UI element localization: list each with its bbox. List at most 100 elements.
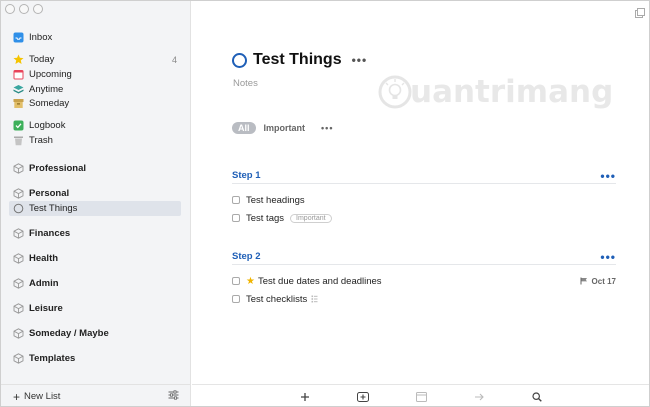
sidebar-area-finances[interactable]: Finances [9, 226, 181, 241]
sidebar-item-label: Professional [29, 163, 87, 174]
logbook-icon [13, 120, 24, 131]
sidebar-item-logbook[interactable]: Logbook [9, 118, 181, 133]
heading-step-1[interactable]: Step 1 ••• [232, 168, 616, 184]
notes-field[interactable]: Notes [233, 78, 258, 89]
watermark-logo: uantrimang [377, 74, 613, 110]
new-list-button[interactable]: New List [24, 391, 60, 402]
cube-icon [13, 163, 24, 174]
sidebar-item-label: Leisure [29, 303, 63, 314]
tag-filter-bar: All Important ••• [232, 122, 333, 134]
page-title[interactable]: Test Things [253, 51, 342, 69]
watermark-text: uantrimang [410, 74, 614, 110]
cube-icon [13, 278, 24, 289]
cube-icon [13, 303, 24, 314]
lightbulb-logo-icon [378, 75, 412, 109]
heading-step-2[interactable]: Step 2 ••• [232, 249, 616, 265]
app-window: Inbox Today 4 Upcoming Anytime Someday L… [0, 0, 650, 407]
sidebar-item-label: Test Things [29, 203, 78, 214]
cube-icon [13, 188, 24, 199]
sidebar-item-upcoming[interactable]: Upcoming [9, 67, 181, 82]
sidebar: Inbox Today 4 Upcoming Anytime Someday L… [1, 1, 191, 406]
todo-checkbox[interactable] [232, 295, 240, 303]
sidebar-area-someday-maybe[interactable]: Someday / Maybe [9, 326, 181, 341]
deadline-date: Oct 17 [591, 276, 616, 286]
sidebar-area-professional[interactable]: Professional [9, 161, 181, 176]
heading-more-icon[interactable]: ••• [600, 250, 616, 264]
sidebar-item-label: Someday / Maybe [29, 328, 109, 339]
sidebar-area-admin[interactable]: Admin [9, 276, 181, 291]
sidebar-item-anytime[interactable]: Anytime [9, 82, 181, 97]
new-heading-button[interactable] [357, 391, 369, 403]
project-circle-icon [13, 203, 24, 214]
settings-sliders-icon[interactable] [168, 390, 179, 403]
heading-more-icon[interactable]: ••• [600, 169, 616, 183]
search-icon [532, 392, 542, 402]
sidebar-area-templates[interactable]: Templates [9, 351, 181, 366]
cube-icon [13, 328, 24, 339]
sidebar-item-trash[interactable]: Trash [9, 133, 181, 148]
project-more-icon[interactable]: ••• [352, 53, 368, 67]
archive-box-icon [13, 98, 24, 109]
window-popout-icon[interactable] [635, 5, 645, 18]
todo-checkbox[interactable] [232, 214, 240, 222]
sidebar-item-label: Personal [29, 188, 70, 199]
todo-item[interactable]: Test headings [232, 193, 616, 207]
plus-icon[interactable]: + [13, 390, 20, 404]
layers-icon [13, 84, 24, 95]
sidebar-area-leisure[interactable]: Leisure [9, 301, 181, 316]
sidebar-item-label: Logbook [29, 120, 66, 131]
star-icon [13, 54, 24, 65]
sidebar-item-label: Upcoming [29, 69, 72, 80]
sidebar-item-inbox[interactable]: Inbox [9, 30, 181, 45]
todo-checkbox[interactable] [232, 196, 240, 204]
sidebar-area-health[interactable]: Health [9, 251, 181, 266]
when-calendar-button[interactable] [415, 391, 427, 403]
todo-title: Test headings [246, 194, 305, 206]
checklist-icon [311, 295, 318, 303]
todo-item[interactable]: Test tags Important [232, 211, 616, 225]
new-todo-button[interactable] [299, 391, 311, 403]
sidebar-item-someday[interactable]: Someday [9, 96, 181, 111]
close-window-button[interactable] [5, 4, 15, 14]
zoom-window-button[interactable] [33, 4, 43, 14]
sidebar-item-label: Today [29, 54, 55, 65]
todo-item[interactable]: Test checklists [232, 292, 616, 306]
search-button[interactable] [531, 391, 543, 403]
sidebar-item-label: Finances [29, 228, 71, 239]
sidebar-item-label: Inbox [29, 32, 53, 43]
sidebar-project-test-things[interactable]: Test Things [9, 201, 181, 216]
calendar-icon [415, 392, 427, 402]
today-count-badge: 4 [171, 54, 177, 65]
heading-label: Step 1 [232, 170, 261, 181]
sidebar-item-label: Health [29, 253, 59, 264]
move-button[interactable] [473, 391, 485, 403]
cube-icon [13, 353, 24, 364]
flag-icon [580, 277, 587, 285]
minimize-window-button[interactable] [19, 4, 29, 14]
inbox-icon [13, 32, 24, 43]
project-progress-circle-icon[interactable] [232, 52, 247, 68]
bottom-toolbar [192, 384, 649, 406]
sidebar-item-label: Templates [29, 353, 76, 364]
tag-more-icon[interactable]: ••• [321, 123, 333, 133]
sidebar-item-label: Admin [29, 278, 59, 289]
sidebar-area-personal[interactable]: Personal [9, 186, 181, 201]
sidebar-footer: + New List [1, 384, 191, 406]
trash-icon [13, 135, 24, 146]
sidebar-item-label: Trash [29, 135, 53, 146]
cube-icon [13, 228, 24, 239]
todo-title: Test due dates and deadlines [257, 275, 382, 287]
plus-icon [301, 393, 309, 401]
sidebar-item-today[interactable]: Today 4 [9, 52, 181, 67]
calendar-icon [13, 69, 24, 80]
cube-icon [13, 253, 24, 264]
todo-item[interactable]: ★ Test due dates and deadlines Oct 17 [232, 274, 616, 288]
tag-pill: Important [290, 213, 332, 223]
todo-title: Test tags [246, 212, 285, 224]
todo-checkbox[interactable] [232, 277, 240, 285]
tag-filter-important[interactable]: Important [264, 123, 306, 133]
deadline-badge: Oct 17 [580, 277, 616, 286]
tag-filter-all[interactable]: All [232, 122, 256, 134]
project-header: Test Things ••• [232, 51, 367, 69]
star-icon: ★ [246, 275, 255, 287]
